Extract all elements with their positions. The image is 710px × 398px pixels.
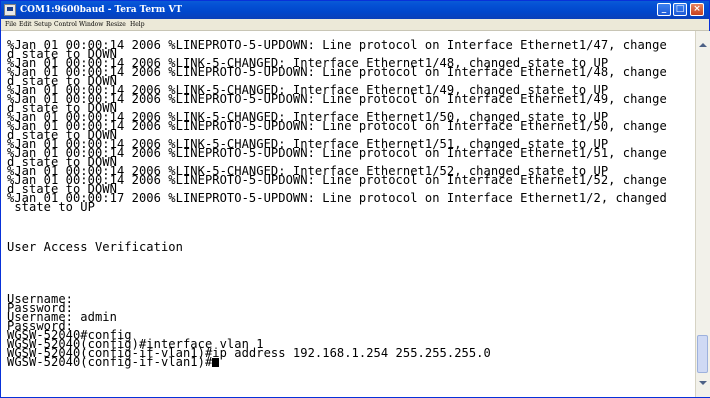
terminal-app-icon[interactable]: [4, 4, 16, 16]
tera-term-window: COM1:9600baud - Tera Term VT _ □ × File …: [0, 0, 710, 398]
terminal-line: User Access Verification: [7, 240, 183, 254]
menu-edit[interactable]: Edit: [19, 19, 32, 30]
minimize-button[interactable]: _: [657, 3, 671, 16]
menu-control[interactable]: Control: [54, 19, 77, 30]
menu-window[interactable]: Window: [79, 19, 103, 30]
text-cursor: [212, 358, 220, 367]
title-bar[interactable]: COM1:9600baud - Tera Term VT _ □ ×: [1, 1, 709, 19]
menu-setup[interactable]: Setup: [34, 19, 52, 30]
terminal-line: state to UP: [7, 200, 95, 214]
prompt-text: WGSW-52040(config-if-vlan1)#: [7, 355, 213, 369]
menu-bar: File Edit Setup Control Window Resize He…: [1, 19, 709, 31]
menu-file[interactable]: File: [5, 19, 17, 30]
window-title: COM1:9600baud - Tera Term VT: [20, 5, 183, 15]
terminal-line: %Jan 01 00:00:17 2006 %LINEPROTO-5-UPDOW…: [7, 191, 667, 205]
close-button[interactable]: ×: [690, 3, 704, 16]
vertical-scrollbar[interactable]: [695, 31, 710, 397]
scroll-thumb[interactable]: [697, 335, 708, 373]
terminal-prompt-line[interactable]: WGSW-52040(config-if-vlan1)#: [7, 355, 220, 369]
maximize-button[interactable]: □: [673, 3, 687, 16]
scroll-up-icon[interactable]: [699, 43, 707, 47]
terminal-screen[interactable]: %Jan 01 00:00:14 2006 %LINEPROTO-5-UPDOW…: [1, 31, 695, 397]
menu-resize[interactable]: Resize: [106, 19, 126, 30]
menu-help[interactable]: Help: [130, 19, 145, 30]
scroll-down-icon[interactable]: [699, 381, 707, 385]
